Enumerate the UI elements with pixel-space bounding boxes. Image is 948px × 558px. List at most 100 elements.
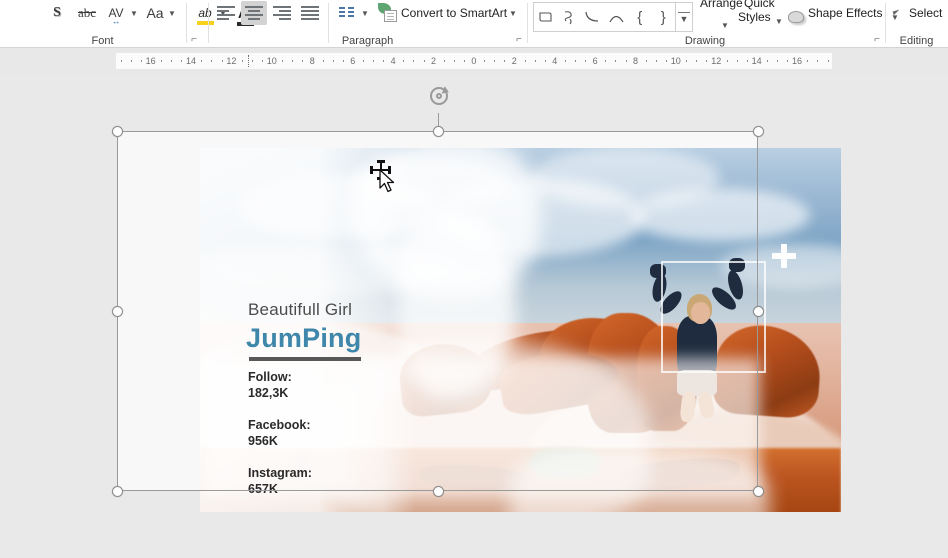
- convert-to-smartart-label[interactable]: Convert to SmartArt: [401, 6, 507, 20]
- ruler-tick-left-12: 12: [226, 56, 237, 66]
- ruler-minor-tick: [453, 60, 455, 62]
- curve-shape-icon[interactable]: [581, 4, 605, 30]
- ribbon-group-editing: Select Editing: [885, 0, 948, 48]
- stat-value-follow[interactable]: 182,3K: [248, 386, 288, 400]
- ruler-minor-tick: [807, 60, 809, 62]
- font-dialog-launcher[interactable]: ⌐: [188, 34, 200, 46]
- paragraph-dialog-launcher[interactable]: ⌐: [513, 34, 525, 46]
- ruler-tick-right-6: 6: [592, 56, 598, 66]
- right-brace-shape-icon[interactable]: }: [652, 4, 676, 30]
- character-spacing-button[interactable]: AV ↔: [104, 0, 128, 26]
- arc-shape-icon[interactable]: [605, 4, 629, 30]
- rotate-handle[interactable]: [430, 87, 448, 105]
- resize-handle-middle-left[interactable]: [112, 306, 123, 317]
- quick-styles-dropdown[interactable]: ▼: [774, 8, 784, 34]
- convert-to-smartart-icon[interactable]: [377, 0, 401, 26]
- strikethrough-button[interactable]: abc: [74, 0, 100, 26]
- ruler-minor-tick: [534, 60, 536, 62]
- ruler-tick-right-14: 14: [751, 56, 762, 66]
- ribbon-group-label-editing: Editing: [899, 35, 934, 47]
- ruler-minor-tick: [736, 60, 738, 62]
- scribble-shape-icon[interactable]: [558, 4, 582, 30]
- horizontal-ruler[interactable]: 16 14 12 10 8 6 4 2 0 2 4 6 8 10 12 14 16: [0, 48, 948, 74]
- arrange-label[interactable]: Arrange: [700, 0, 743, 10]
- convert-to-smartart-dropdown[interactable]: ▼: [508, 0, 518, 26]
- ruler-minor-tick: [706, 60, 708, 62]
- ruler-minor-tick: [201, 60, 203, 62]
- rounded-rectangle-shape-icon[interactable]: [534, 4, 558, 30]
- character-spacing-dropdown[interactable]: ▼: [129, 0, 139, 26]
- ruler-minor-tick: [140, 60, 142, 62]
- align-center-button[interactable]: [241, 1, 267, 25]
- slide-title[interactable]: JumPing: [246, 323, 361, 354]
- mouse-cursor: [370, 160, 404, 194]
- ruler-minor-tick: [726, 60, 728, 62]
- ruler-minor-tick: [686, 60, 688, 62]
- ruler-minor-tick: [463, 60, 465, 62]
- decorative-frame: [661, 261, 766, 373]
- select-label[interactable]: Select: [909, 6, 942, 20]
- columns-button[interactable]: [335, 0, 359, 26]
- shapes-more-button[interactable]: ▼: [675, 3, 692, 31]
- ruler-minor-tick: [575, 60, 576, 62]
- justify-button[interactable]: [297, 0, 323, 26]
- ruler-track: 16 14 12 10 8 6 4 2 0 2 4 6 8 10 12 14 16: [116, 53, 832, 69]
- resize-handle-top-left[interactable]: [112, 126, 123, 137]
- ruler-tick-left-6: 6: [350, 56, 356, 66]
- ruler-minor-tick: [817, 60, 819, 62]
- resize-handle-top-center[interactable]: [433, 126, 444, 137]
- shape-effects-icon[interactable]: [786, 4, 806, 30]
- ruler-minor-tick: [251, 60, 253, 62]
- change-case-dropdown[interactable]: ▼: [167, 0, 177, 26]
- select-icon[interactable]: [890, 4, 906, 30]
- stat-value-instagram[interactable]: 657K: [248, 482, 278, 496]
- shape-effects-label[interactable]: Shape Effects: [808, 6, 883, 20]
- slide-picture[interactable]: Beautifull Girl JumPing Follow: 182,3K F…: [200, 148, 841, 512]
- align-right-button[interactable]: [269, 0, 295, 26]
- ruler-minor-tick: [292, 60, 294, 62]
- align-left-button[interactable]: [213, 0, 239, 26]
- ruler-minor-tick: [494, 60, 496, 62]
- quick-styles-label-line2[interactable]: Styles: [738, 11, 771, 24]
- ruler-minor-tick: [362, 60, 364, 62]
- ruler-minor-tick: [332, 60, 334, 62]
- shapes-gallery[interactable]: { } ▼: [533, 2, 693, 32]
- resize-handle-middle-right[interactable]: [753, 306, 764, 317]
- ruler-tick-right-12: 12: [711, 56, 722, 66]
- ruler-minor-tick: [655, 60, 657, 62]
- columns-dropdown[interactable]: ▼: [360, 0, 370, 26]
- stat-label-follow[interactable]: Follow:: [248, 370, 292, 384]
- resize-handle-top-right[interactable]: [753, 126, 764, 137]
- stat-label-instagram[interactable]: Instagram:: [248, 466, 312, 480]
- text-shadow-button[interactable]: S: [46, 0, 68, 26]
- change-case-button[interactable]: Aa: [144, 0, 166, 26]
- left-brace-shape-icon[interactable]: {: [628, 4, 652, 30]
- ribbon-group-label-drawing: Drawing: [684, 35, 726, 47]
- stat-label-facebook[interactable]: Facebook:: [248, 418, 311, 432]
- smartart-icon: [378, 3, 400, 23]
- ruler-indent-marker[interactable]: [248, 55, 249, 67]
- ruler-minor-tick: [241, 60, 243, 62]
- slide-editing-area[interactable]: Beautifull Girl JumPing Follow: 182,3K F…: [0, 74, 948, 558]
- ruler-minor-tick: [564, 60, 566, 62]
- ruler-minor-tick: [282, 60, 284, 62]
- align-right-icon: [273, 6, 291, 20]
- slide-subtitle[interactable]: Beautifull Girl: [248, 300, 352, 320]
- resize-handle-bottom-center[interactable]: [433, 486, 444, 497]
- ruler-tick-right-4: 4: [552, 56, 558, 66]
- ruler-minor-tick: [615, 60, 617, 62]
- ribbon-group-label-font: Font: [91, 35, 114, 47]
- stat-value-facebook[interactable]: 956K: [248, 434, 278, 448]
- resize-handle-bottom-left[interactable]: [112, 486, 123, 497]
- ruler-tick-left-16: 16: [145, 56, 156, 66]
- ruler-minor-tick: [211, 60, 213, 62]
- ruler-minor-tick: [585, 60, 587, 62]
- quick-styles-label-line1[interactable]: Quick: [744, 0, 775, 10]
- drawing-dialog-launcher[interactable]: ⌐: [871, 34, 883, 46]
- ruler-tick-left-10: 10: [266, 56, 277, 66]
- resize-handle-bottom-right[interactable]: [753, 486, 764, 497]
- ruler-minor-tick: [524, 60, 526, 62]
- ruler-tick-right-2: 2: [511, 56, 517, 66]
- ruler-minor-tick: [221, 60, 223, 62]
- ruler-minor-tick: [787, 60, 789, 62]
